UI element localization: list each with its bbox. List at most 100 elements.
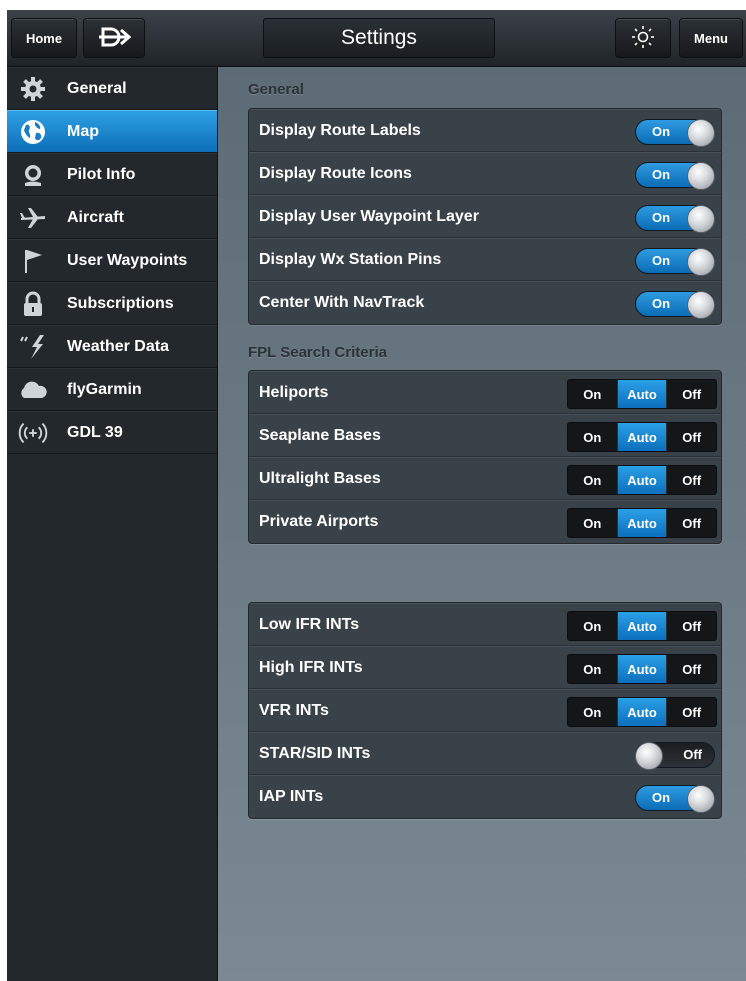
toggle-state: On [652,124,671,139]
ultralight-bases-selector: On Auto Off [567,465,717,495]
option-off[interactable]: Off [666,509,716,537]
page-title: Settings [263,18,495,58]
toggle-state: On [652,253,671,268]
option-on[interactable]: On [568,612,617,640]
sidebar-item-label: Weather Data [67,337,169,355]
option-auto[interactable]: Auto [616,509,667,537]
option-off[interactable]: Off [666,612,716,640]
option-auto[interactable]: Auto [616,466,667,494]
option-off[interactable]: Off [666,466,716,494]
sidebar-item-label: General [67,79,127,97]
settings-sidebar: General Map Pilot Info Aircraft User Way… [7,67,218,981]
setting-row-high-ifr-ints: High IFR INTs On Auto Off [249,646,721,689]
option-on[interactable]: On [568,423,617,451]
star-sid-ints-toggle[interactable]: Off [635,742,715,770]
home-button[interactable]: Home [11,18,77,58]
route-labels-toggle[interactable]: On [635,119,715,147]
menu-button-label: Menu [694,30,728,46]
sidebar-item-map[interactable]: Map [7,110,217,153]
setting-label: Low IFR INTs [259,615,360,633]
setting-label: STAR/SID INTs [259,744,371,762]
option-off[interactable]: Off [666,698,716,726]
gear-icon [17,75,49,103]
brightness-button[interactable] [615,18,671,58]
direct-to-button[interactable] [83,18,145,58]
option-auto[interactable]: Auto [616,423,667,451]
option-on[interactable]: On [568,509,617,537]
sidebar-item-label: Aircraft [67,208,124,226]
sidebar-item-gdl39[interactable]: GDL 39 [7,411,217,454]
sidebar-item-label: flyGarmin [67,380,142,398]
settings-main: General Display Route Labels On Display … [218,67,746,981]
setting-row-heliports: Heliports On Auto Off [249,371,721,414]
option-auto[interactable]: Auto [616,612,667,640]
setting-label: Display User Waypoint Layer [259,207,479,225]
setting-label: VFR INTs [259,701,329,719]
option-off[interactable]: Off [666,380,716,408]
sidebar-item-subscriptions[interactable]: Subscriptions [7,282,217,325]
seaplane-bases-selector: On Auto Off [567,422,717,452]
high-ifr-ints-selector: On Auto Off [567,654,717,684]
setting-label: Heliports [259,383,329,401]
iap-ints-toggle[interactable]: On [635,785,715,813]
top-bar: Home Settings Menu [7,10,746,67]
sidebar-item-user-waypoints[interactable]: User Waypoints [7,239,217,282]
setting-row-center-navtrack: Center With NavTrack On [249,281,721,324]
sidebar-item-flygarmin[interactable]: flyGarmin [7,368,217,411]
toggle-state: On [652,167,671,182]
setting-label: Ultralight Bases [259,469,381,487]
sidebar-item-pilot-info[interactable]: Pilot Info [7,153,217,196]
option-auto[interactable]: Auto [616,380,667,408]
option-auto[interactable]: Auto [616,655,667,683]
toggle-state: On [652,296,671,311]
setting-row-route-icons: Display Route Icons On [249,152,721,195]
menu-button[interactable]: Menu [679,18,743,58]
brightness-icon [631,25,655,52]
toggle-state: Off [683,747,702,762]
setting-row-iap-ints: IAP INTs On [249,775,721,818]
intersections-group: Low IFR INTs On Auto Off High IFR INTs O… [248,602,722,819]
center-navtrack-toggle[interactable]: On [635,291,715,319]
option-auto[interactable]: Auto [616,698,667,726]
setting-row-vfr-ints: VFR INTs On Auto Off [249,689,721,732]
toggle-knob [687,119,715,147]
setting-label: Private Airports [259,513,379,530]
toggle-knob [635,742,663,770]
setting-row-user-waypoint-layer: Display User Waypoint Layer On [249,195,721,238]
vfr-ints-selector: On Auto Off [567,697,717,727]
toggle-knob [687,162,715,190]
option-on[interactable]: On [568,698,617,726]
sidebar-item-label: Pilot Info [67,165,136,183]
setting-row-ultralight-bases: Ultralight Bases On Auto Off [249,457,721,500]
option-off[interactable]: Off [666,423,716,451]
toggle-state: On [652,790,671,805]
fpl-search-group: Heliports On Auto Off Seaplane Bases On … [248,370,722,544]
setting-label: Display Route Icons [259,164,412,182]
wx-station-pins-toggle[interactable]: On [635,248,715,276]
route-icons-toggle[interactable]: On [635,162,715,190]
pilot-icon [17,161,49,189]
user-waypoint-layer-toggle[interactable]: On [635,205,715,233]
lightning-icon [17,333,49,361]
direct-to-icon [97,26,132,51]
setting-row-route-labels: Display Route Labels On [249,109,721,152]
sidebar-item-aircraft[interactable]: Aircraft [7,196,217,239]
setting-label: Seaplane Bases [259,426,381,444]
option-on[interactable]: On [568,655,617,683]
general-settings-group: Display Route Labels On Display Route Ic… [248,108,722,325]
section-header-general: General [248,81,304,98]
airplane-icon [17,204,49,232]
flag-icon [17,247,49,275]
lock-icon [17,290,49,318]
sidebar-item-weather-data[interactable]: Weather Data [7,325,217,368]
setting-row-seaplane-bases: Seaplane Bases On Auto Off [249,414,721,457]
setting-label: High IFR INTs [259,658,363,676]
setting-label: IAP INTs [259,788,324,805]
app-frame: Home Settings Menu General Map Pilot Inf… [7,10,746,981]
sidebar-item-label: Map [67,122,99,140]
option-on[interactable]: On [568,466,617,494]
sidebar-item-general[interactable]: General [7,67,217,110]
option-on[interactable]: On [568,380,617,408]
toggle-state: On [652,210,671,225]
option-off[interactable]: Off [666,655,716,683]
